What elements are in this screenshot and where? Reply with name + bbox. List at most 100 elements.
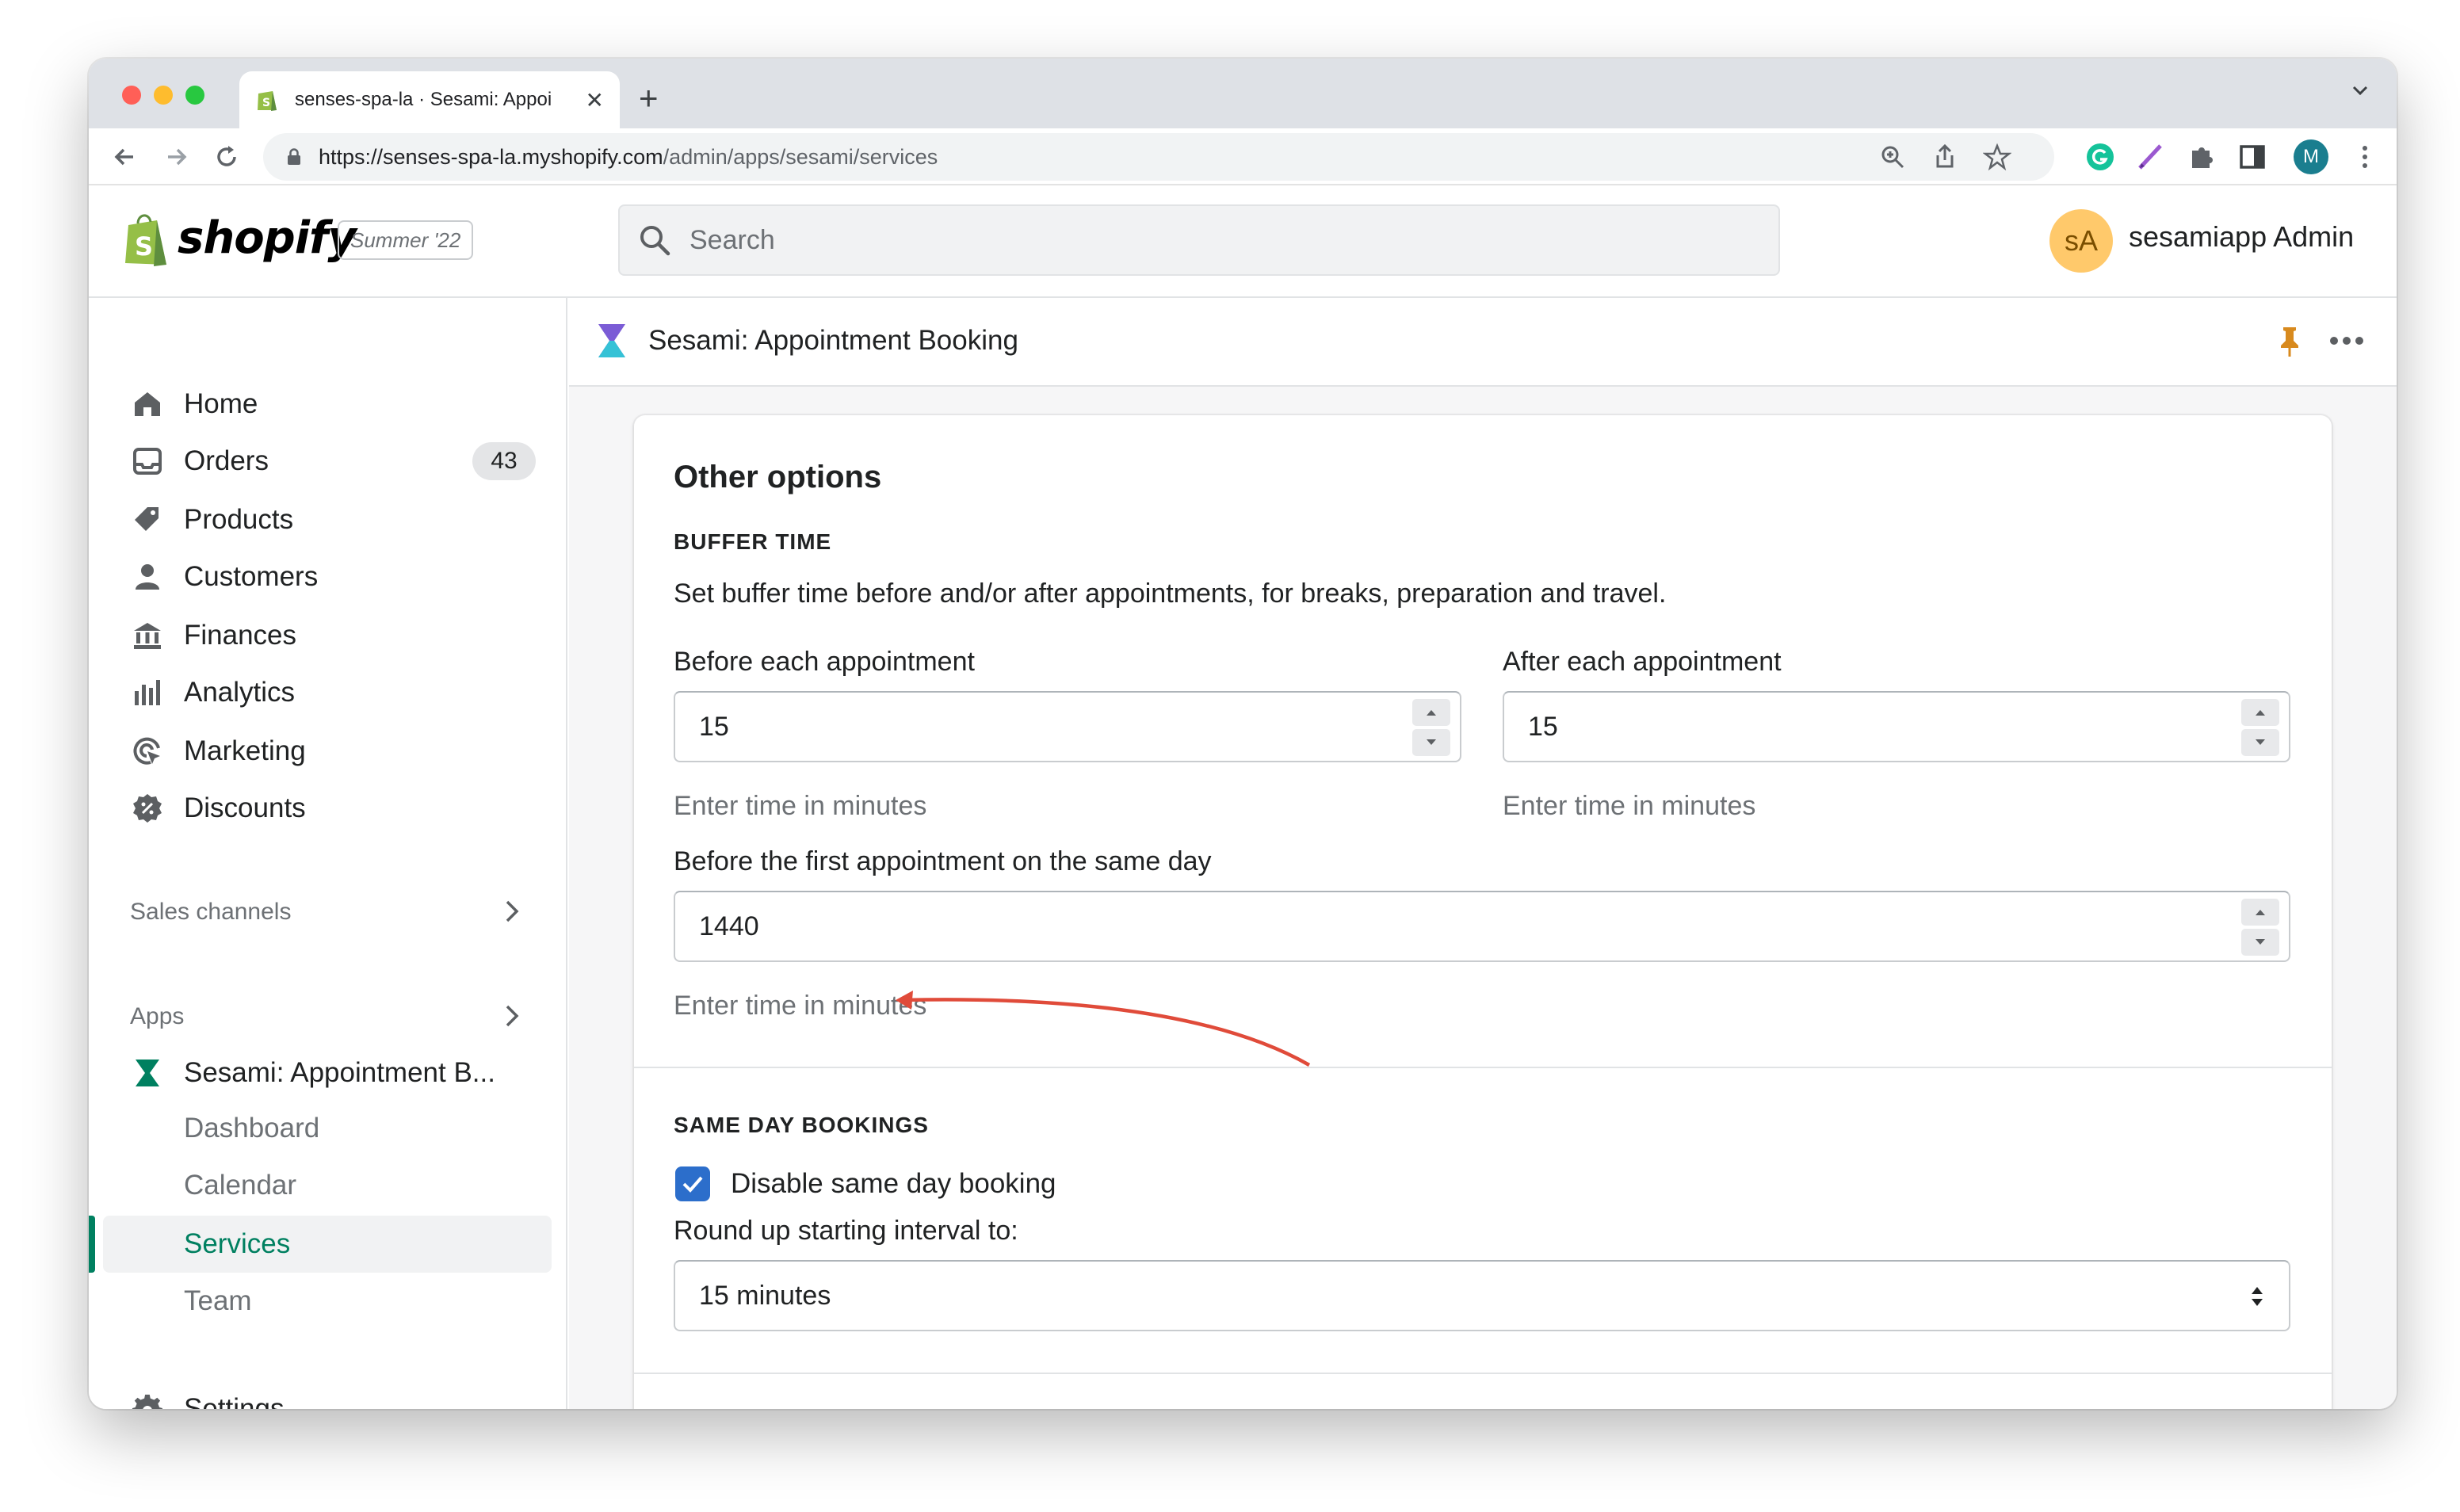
lock-icon <box>288 148 300 165</box>
browser-window: S senses-spa-la · Sesami: Appoi ✕ + http… <box>89 59 2397 1409</box>
address-bar[interactable]: https://senses-spa-la.myshopify.com/admi… <box>263 133 2054 181</box>
sidebar-item-marketing[interactable]: Marketing <box>132 729 306 773</box>
section-divider <box>634 1373 2332 1374</box>
round-interval-select[interactable]: 15 minutes <box>674 1260 2290 1331</box>
zoom-icon[interactable] <box>1878 143 1907 171</box>
side-panel-icon[interactable] <box>2235 139 2270 174</box>
shopify-wordmark[interactable]: shopify <box>178 212 357 264</box>
forward-arrow-icon[interactable] <box>159 139 193 174</box>
tab-strip: S senses-spa-la · Sesami: Appoi ✕ + <box>89 59 2397 128</box>
caret-down-icon <box>1427 739 1436 745</box>
sidebar-subitem-dashboard[interactable]: Dashboard <box>184 1113 319 1144</box>
svg-text:S: S <box>135 231 153 262</box>
sidebar-item-discounts[interactable]: Discounts <box>132 786 306 830</box>
reload-icon[interactable] <box>209 139 244 174</box>
shopify-top-bar: S shopify Summer '22 sA sesamiapp Admin <box>89 185 2397 298</box>
increment-button[interactable] <box>1412 699 1450 726</box>
disable-same-day-checkbox[interactable] <box>675 1166 710 1201</box>
increment-button[interactable] <box>2241 699 2279 726</box>
edition-badge[interactable]: Summer '22 <box>338 220 474 260</box>
first-appointment-input[interactable]: 1440 <box>674 891 2290 962</box>
chevron-right-icon[interactable] <box>501 895 523 927</box>
browser-tab-active[interactable]: S senses-spa-la · Sesami: Appoi ✕ <box>239 71 620 128</box>
url-host: https://senses-spa-la.myshopify.com <box>319 144 663 169</box>
after-appointment-input[interactable]: 15 <box>1503 691 2290 762</box>
select-arrows-icon <box>2252 1287 2263 1306</box>
sidebar-item-sesami-app[interactable]: Sesami: Appointment B... <box>132 1051 495 1095</box>
sales-channels-heading[interactable]: Sales channels <box>130 899 291 926</box>
bookmark-star-icon[interactable] <box>1983 143 2011 171</box>
sidebar-item-label: Settings <box>184 1393 285 1409</box>
target-icon <box>133 737 160 765</box>
sidebar-item-finances[interactable]: Finances <box>132 613 296 658</box>
before-appointment-value: 15 <box>699 711 729 742</box>
back-arrow-icon[interactable] <box>108 139 143 174</box>
more-options-icon[interactable] <box>2328 333 2365 349</box>
sidebar-item-settings[interactable]: Settings <box>132 1387 284 1409</box>
sidebar-item-label: Analytics <box>184 677 296 708</box>
close-window-button[interactable] <box>122 86 141 105</box>
first-appointment-stepper <box>2241 899 2279 956</box>
sidebar-item-label: Finances <box>184 620 297 651</box>
other-options-card: Other options BUFFER TIME Set buffer tim… <box>634 415 2332 1409</box>
sidebar-item-home[interactable]: Home <box>132 382 258 426</box>
tab-close-icon[interactable]: ✕ <box>586 87 604 113</box>
tab-title: senses-spa-la · Sesami: Appoi <box>295 89 552 110</box>
search-bar[interactable] <box>618 204 1780 276</box>
hourglass-icon <box>136 1060 159 1086</box>
sidebar-item-orders[interactable]: Orders <box>132 439 269 483</box>
grammarly-extension-icon[interactable] <box>2083 139 2118 174</box>
search-input[interactable] <box>689 224 1720 256</box>
checkmark-icon <box>682 1176 703 1193</box>
increment-button[interactable] <box>2241 899 2279 926</box>
browser-profile-avatar[interactable]: M <box>2294 139 2328 174</box>
caret-up-icon <box>2256 710 2265 716</box>
main-content: Sesami: Appointment Booking Other option… <box>569 298 2397 1409</box>
caret-up-icon <box>2256 910 2265 915</box>
sesami-logo-icon <box>598 324 625 357</box>
pen-extension-icon[interactable] <box>2133 139 2168 174</box>
browser-toolbar: https://senses-spa-la.myshopify.com/admi… <box>89 128 2397 185</box>
shopify-bag-logo-icon[interactable]: S <box>122 211 173 268</box>
minimize-window-button[interactable] <box>154 86 173 105</box>
sidebar-item-analytics[interactable]: Analytics <box>132 670 295 715</box>
sidebar-item-label: Discounts <box>184 792 306 823</box>
tab-search-chevron-icon[interactable] <box>2349 79 2371 101</box>
user-avatar[interactable]: sA <box>2049 209 2113 273</box>
sidebar-item-products[interactable]: Products <box>132 498 293 542</box>
after-appointment-label: After each appointment <box>1503 647 1782 677</box>
decrement-button[interactable] <box>2241 929 2279 956</box>
search-icon <box>640 226 670 256</box>
share-icon[interactable] <box>1931 143 1959 171</box>
sidebar-subitem-services[interactable]: Services <box>184 1228 290 1260</box>
home-icon <box>135 392 160 416</box>
user-name[interactable]: sesamiapp Admin <box>2129 220 2354 254</box>
before-appointment-input[interactable]: 15 <box>674 691 1461 762</box>
browser-menu-kebab-icon[interactable] <box>2347 139 2382 174</box>
round-interval-label: Round up starting interval to: <box>674 1216 1018 1246</box>
chevron-right-icon[interactable] <box>501 1000 523 1032</box>
caret-down-icon <box>2256 739 2265 745</box>
sidebar-subitem-team[interactable]: Team <box>184 1285 252 1317</box>
after-appointment-help: Enter time in minutes <box>1503 791 1756 821</box>
tag-icon <box>135 507 159 531</box>
caret-up-icon <box>1427 710 1436 716</box>
sidebar-subitem-calendar[interactable]: Calendar <box>184 1170 296 1201</box>
pin-icon[interactable] <box>2276 325 2303 358</box>
decrement-button[interactable] <box>1412 729 1450 756</box>
orders-count-badge: 43 <box>472 442 536 480</box>
maximize-window-button[interactable] <box>185 86 204 105</box>
active-subitem-highlight <box>103 1216 552 1273</box>
orders-icon <box>133 448 162 475</box>
svg-text:S: S <box>262 97 270 109</box>
app-title: Sesami: Appointment Booking <box>648 325 1018 356</box>
section-divider <box>634 1067 2332 1068</box>
new-tab-button[interactable]: + <box>639 76 659 120</box>
decrement-button[interactable] <box>2241 729 2279 756</box>
before-appointment-label: Before each appointment <box>674 647 975 677</box>
apps-heading[interactable]: Apps <box>130 1003 184 1030</box>
disable-same-day-label[interactable]: Disable same day booking <box>731 1168 1056 1200</box>
first-appointment-label: Before the first appointment on the same… <box>674 846 1212 876</box>
extensions-puzzle-icon[interactable] <box>2184 139 2219 174</box>
sidebar-item-customers[interactable]: Customers <box>132 555 318 599</box>
